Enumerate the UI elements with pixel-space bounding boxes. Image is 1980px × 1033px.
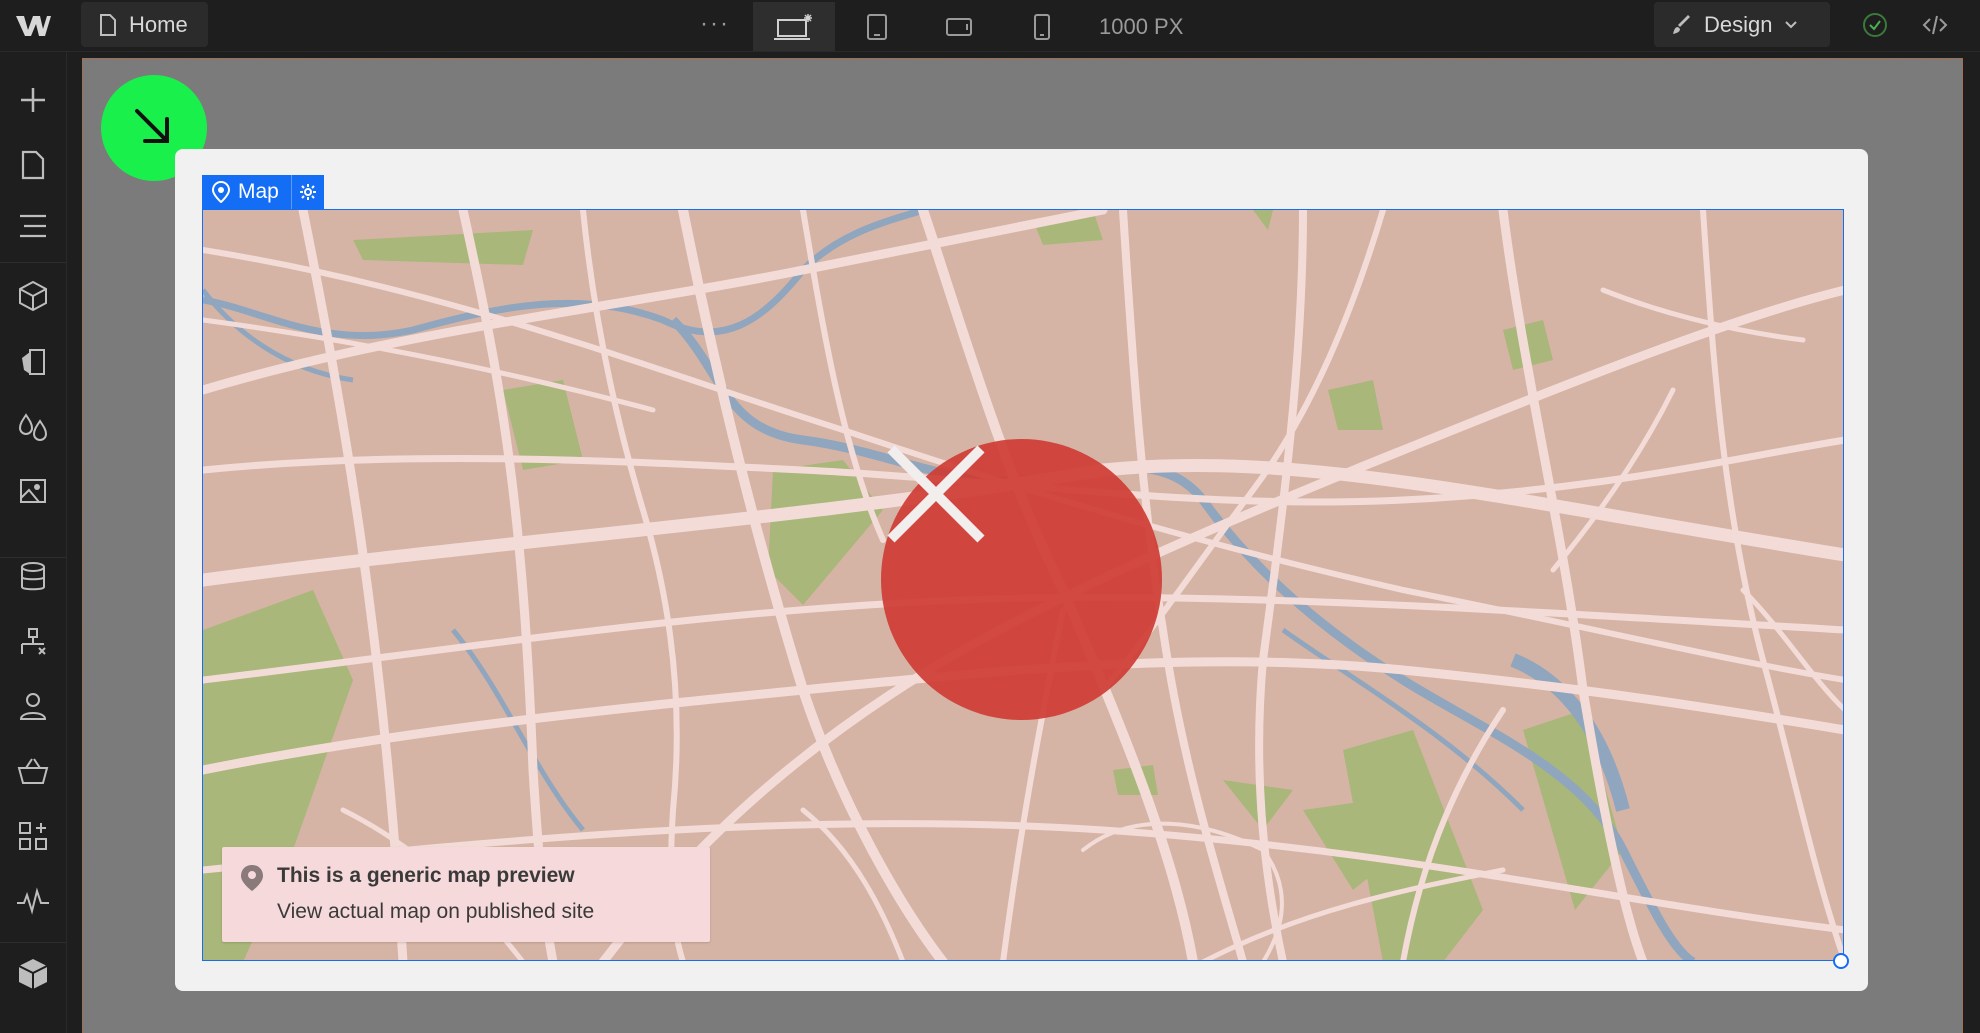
brush-icon [1673,14,1690,34]
design-mode-button[interactable]: Design [1654,2,1830,47]
element-settings-button[interactable] [290,175,324,209]
assets-button[interactable] [14,472,52,510]
top-toolbar: Home ··· 1000 PX Design [0,0,1980,52]
breakpoint-tablet[interactable] [836,2,918,51]
ecommerce-icon [17,758,49,784]
audit-icon [17,887,49,915]
add-elements-button[interactable] [14,81,52,119]
notice-subtitle: View actual map on published site [277,900,595,923]
pages-icon [21,150,45,180]
resize-handle[interactable] [1833,953,1849,969]
ecommerce-button[interactable] [14,752,52,790]
cms-button[interactable] [14,558,52,596]
breakpoint-mobile-portrait[interactable] [1001,2,1083,51]
location-pin-icon [241,865,263,891]
page-selector-label: Home [129,11,188,37]
canvas-width-readout: 1000 PX [1099,14,1184,39]
styles-icon [22,349,45,375]
left-sidebar [0,52,67,1033]
map-error-indicator [881,439,1162,720]
navigator-button[interactable] [14,207,52,245]
apps-icon [19,822,47,850]
rail-divider [0,262,66,263]
variables-button[interactable] [14,408,52,446]
cms-icon [21,562,45,591]
webflow-logo-icon[interactable] [14,12,52,40]
publish-status-check-icon[interactable] [1862,12,1888,38]
logic-button[interactable] [14,623,52,661]
desktop-base-icon [774,13,812,40]
close-x-icon [887,445,985,543]
pages-button[interactable] [14,146,52,184]
map-element-label[interactable]: Map [202,175,291,209]
components-icon [19,280,47,312]
audit-button[interactable] [14,882,52,920]
map-tag-text: Map [238,180,279,203]
page-icon [100,13,116,36]
chevron-down-icon [1785,20,1798,28]
breakpoint-mobile-landscape[interactable] [918,2,1000,51]
selected-element-tag[interactable]: Map [202,175,324,209]
gear-icon [299,184,316,200]
navigator-icon [20,214,46,238]
components-button[interactable] [14,277,52,315]
apps-button[interactable] [14,817,52,855]
logic-icon [21,628,46,655]
page-selector-button[interactable]: Home [81,2,208,47]
variables-icon [18,413,48,441]
users-icon [19,693,47,720]
add-icon [21,88,45,112]
map-pin-icon [212,181,230,203]
tablet-icon [867,13,887,40]
users-button[interactable] [14,687,52,725]
packages-icon [18,959,48,989]
more-options-button[interactable]: ··· [700,10,730,38]
breakpoint-desktop-base[interactable] [753,2,835,51]
code-view-icon[interactable] [1922,12,1948,38]
arrow-down-right-icon [135,109,169,143]
mobile-landscape-icon [946,17,972,36]
design-mode-label: Design [1704,11,1773,37]
map-preview-notice: This is a generic map preview View actua… [222,847,710,942]
assets-icon [20,479,46,503]
packages-button[interactable] [14,955,52,993]
rail-divider [0,942,66,943]
notice-title: This is a generic map preview [277,864,575,887]
styles-button[interactable] [14,343,52,381]
mobile-portrait-icon [1034,13,1050,40]
